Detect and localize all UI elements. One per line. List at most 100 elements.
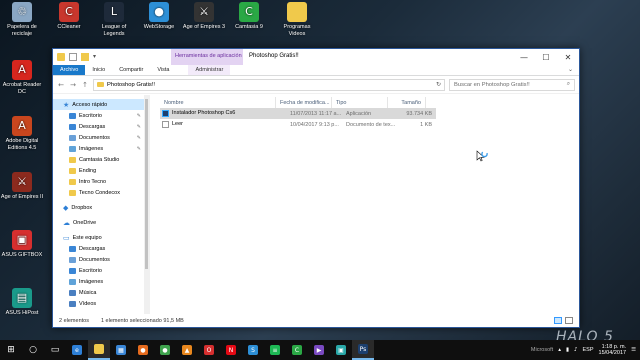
folder-icon <box>69 167 76 174</box>
file-size-cell: 1 KB <box>420 121 432 128</box>
address-bar[interactable]: Photoshop Gratis!! ↻ <box>93 78 445 91</box>
file-date-cell: 10/04/2017 9:13 p... <box>290 121 339 128</box>
nav-dropbox[interactable]: ◆ Dropbox <box>53 202 149 213</box>
refresh-button[interactable]: ↻ <box>436 81 441 88</box>
netflix-icon[interactable]: N <box>220 340 242 360</box>
firefox-icon[interactable]: ● <box>132 340 154 360</box>
column-date[interactable]: Fecha de modifica... <box>276 97 332 108</box>
webstorage-icon: ● <box>149 2 169 22</box>
language-indicator[interactable]: ESP <box>583 347 594 353</box>
nav-item[interactable]: Camtasia Studio <box>53 154 149 165</box>
breadcrumb[interactable]: Photoshop Gratis!! <box>107 82 155 88</box>
nav-scrollbar[interactable] <box>144 95 149 314</box>
nav-item[interactable]: Imágenes <box>53 276 149 287</box>
new-folder-icon[interactable] <box>81 53 89 61</box>
folder-icon <box>69 178 76 185</box>
chrome-icon[interactable]: ● <box>154 340 176 360</box>
action-center-icon[interactable]: ☰ <box>631 347 636 353</box>
store-icon[interactable]: ▦ <box>110 340 132 360</box>
nav-this-pc[interactable]: ▭ Este equipo <box>53 232 149 243</box>
desktop-shortcut[interactable]: ⚔ Age of Empires II <box>0 172 44 201</box>
nav-item-label: Documentos <box>79 256 110 263</box>
clock[interactable]: 1:18 p. m. 15/04/2017 <box>599 344 627 357</box>
desktop-shortcut[interactable]: C Camtasia 9 <box>227 2 271 31</box>
media-player-icon[interactable]: ▶ <box>308 340 330 360</box>
vlc-icon[interactable]: ▲ <box>176 340 198 360</box>
downloads-icon <box>69 245 76 252</box>
nav-item[interactable]: Vídeos <box>53 298 149 309</box>
desktop-shortcut[interactable]: ▤ ASUS HiPost <box>0 288 44 317</box>
file-row[interactable]: Instalador Photoshop Cs6 11/07/2013 11:17… <box>160 108 436 119</box>
column-type[interactable]: Tipo <box>332 97 388 108</box>
network-icon[interactable]: ▮ <box>566 347 569 353</box>
tray-label: Microsoft <box>530 347 554 353</box>
edge-icon[interactable]: e <box>66 340 88 360</box>
expand-ribbon-icon[interactable]: ⌄ <box>562 65 579 75</box>
desktop-shortcut[interactable]: A Acrobat Reader DC <box>0 60 44 95</box>
nav-item[interactable]: Descargas ✎ <box>53 121 149 132</box>
spotify-icon[interactable]: ≡ <box>264 340 286 360</box>
desktop-shortcut[interactable]: ▣ ASUS GIFTBOX <box>0 230 44 259</box>
start-icon[interactable]: ⊞ <box>0 340 22 360</box>
desktop-shortcut[interactable]: ● WebStorage <box>137 2 181 31</box>
maximize-button[interactable]: ☐ <box>535 49 557 65</box>
taskbar-glyph: ⊞ <box>7 345 15 355</box>
nav-item[interactable]: Descargas <box>53 243 149 254</box>
desktop-shortcut[interactable]: A Adobe Digital Editions 4.5 <box>0 116 44 151</box>
nav-item[interactable]: Escritorio ✎ <box>53 110 149 121</box>
tab-compartir[interactable]: Compartir <box>112 65 150 75</box>
skype-icon[interactable]: S <box>242 340 264 360</box>
search-input[interactable]: Buscar en Photoshop Gratis!! ⌕ <box>449 78 575 91</box>
taskbar-glyph: ● <box>160 345 170 355</box>
camtasia-icon[interactable]: C <box>286 340 308 360</box>
volume-icon[interactable]: ♪ <box>574 347 578 353</box>
nav-item[interactable]: Documentos <box>53 254 149 265</box>
nav-item[interactable]: Escritorio <box>53 265 149 276</box>
back-button[interactable]: ← <box>57 81 65 89</box>
minimize-button[interactable]: — <box>513 49 535 65</box>
chevron-down-icon[interactable]: ▾ <box>93 53 99 61</box>
scrollbar-thumb[interactable] <box>145 99 148 269</box>
file-row[interactable]: Leer 10/04/2017 9:13 p... Documento de tex… <box>160 119 436 130</box>
nav-item[interactable]: Documentos ✎ <box>53 132 149 143</box>
column-name[interactable]: Nombre <box>150 97 276 108</box>
desktop-shortcut[interactable]: C CCleaner <box>47 2 91 31</box>
tab-administrar[interactable]: Administrar <box>188 65 231 75</box>
nav-item[interactable]: Música <box>53 287 149 298</box>
nav-item[interactable]: Tecno Condecox <box>53 187 149 198</box>
up-button[interactable]: ↑ <box>81 81 89 89</box>
desktop-shortcut[interactable]: ♲ Papelera de reciclaje <box>0 2 44 37</box>
asus-hipost-icon: ▤ <box>12 288 32 308</box>
nav-quick-access[interactable]: ★ Acceso rápido <box>53 99 149 110</box>
explorer-icon[interactable] <box>88 340 110 360</box>
nav-item[interactable]: Ending <box>53 165 149 176</box>
tab-inicio[interactable]: Inicio <box>85 65 112 75</box>
tab-archivo[interactable]: Archivo <box>53 65 86 75</box>
nav-item[interactable]: Imágenes ✎ <box>53 143 149 154</box>
details-view-button[interactable] <box>554 317 562 324</box>
search-icon[interactable]: ○ <box>22 340 44 360</box>
screen-recorder-icon[interactable]: ▣ <box>330 340 352 360</box>
taskbar-glyph: S <box>248 345 258 355</box>
desktop-shortcut[interactable]: ⚔ Age of Empires 3 <box>182 2 226 31</box>
file-name: Leer <box>172 121 184 127</box>
nav-item-label: Documentos <box>79 134 110 141</box>
camtasia-icon: C <box>239 2 259 22</box>
large-icons-view-button[interactable] <box>565 317 573 324</box>
title-bar[interactable]: ▾ Herramientas de aplicación Photoshop G… <box>53 49 579 65</box>
notifications-icon[interactable]: ▴ <box>558 347 561 353</box>
pin-icon: ✎ <box>136 145 141 152</box>
forward-button[interactable]: → <box>69 81 77 89</box>
close-button[interactable]: ✕ <box>557 49 579 65</box>
desktop-shortcut[interactable]: Programas Videos <box>275 2 319 37</box>
desktop-shortcut[interactable]: L League of Legends <box>92 2 136 37</box>
opera-icon[interactable]: O <box>198 340 220 360</box>
column-size[interactable]: Tamaño <box>388 97 426 108</box>
taskbar-glyph: e <box>72 345 82 355</box>
photoshop-taskbar-icon[interactable]: Ps <box>352 340 374 360</box>
properties-icon[interactable] <box>69 53 77 61</box>
task-view-icon[interactable]: ▭ <box>44 340 66 360</box>
nav-item[interactable]: Intro Tecno <box>53 176 149 187</box>
nav-onedrive[interactable]: ☁ OneDrive <box>53 217 149 228</box>
tab-vista[interactable]: Vista <box>150 65 176 75</box>
